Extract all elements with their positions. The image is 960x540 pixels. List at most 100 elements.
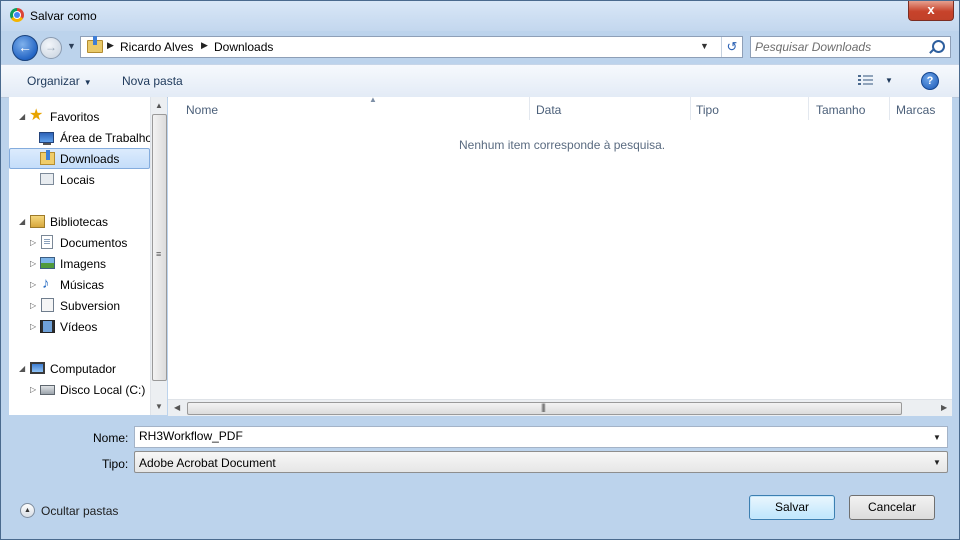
expand-icon[interactable]: ▷ xyxy=(30,322,36,331)
scroll-up-icon[interactable]: ▲ xyxy=(155,101,163,110)
scroll-left-icon[interactable]: ◀ xyxy=(174,403,180,412)
breadcrumb-ricardo-alves[interactable]: Ricardo Alves xyxy=(120,40,193,54)
sidebar-item-label: Downloads xyxy=(60,152,120,166)
title-bar: Salvar como x xyxy=(1,1,959,31)
address-bar[interactable]: ▶ Ricardo Alves ▶ Downloads ▼ ↺ xyxy=(80,36,743,58)
sidebar-item-label: Bibliotecas xyxy=(50,215,109,229)
sidebar-item-computador[interactable]: ◢ Computador xyxy=(9,358,150,379)
recent-pages-dropdown[interactable]: ▼ xyxy=(67,41,76,51)
scroll-down-icon[interactable]: ▼ xyxy=(155,402,163,411)
navigation-pane: ◢ ★ Favoritos Área de Trabalho Downloads… xyxy=(9,97,150,415)
collapse-icon[interactable]: ◢ xyxy=(19,112,25,121)
view-dropdown-icon[interactable]: ▼ xyxy=(885,76,893,85)
sidebar-item-disco-local[interactable]: ▷ Disco Local (C:) xyxy=(9,379,150,400)
downloads-folder-icon xyxy=(40,150,55,165)
cancel-button[interactable]: Cancelar xyxy=(849,495,935,520)
file-name-combobox: ▼ xyxy=(134,426,948,448)
chevron-up-icon: ▲ xyxy=(20,503,35,518)
arrow-right-icon: → xyxy=(45,40,57,54)
expand-icon[interactable]: ▷ xyxy=(30,280,36,289)
file-type-label: Tipo: xyxy=(102,457,129,471)
local-disk-icon xyxy=(40,385,55,395)
arrow-left-icon: ← xyxy=(18,39,32,55)
column-label: Tamanho xyxy=(816,103,866,117)
libraries-icon xyxy=(30,215,45,228)
pictures-icon xyxy=(40,257,55,269)
file-type-select[interactable]: Adobe Acrobat Document ▼ xyxy=(134,451,948,473)
sidebar-item-downloads[interactable]: Downloads xyxy=(9,148,150,169)
sort-ascending-icon: ▲ xyxy=(369,95,377,104)
column-header-tamanho[interactable]: Tamanho xyxy=(816,97,890,120)
column-label: Nome xyxy=(186,103,219,117)
sidebar-item-area-de-trabalho[interactable]: Área de Trabalho xyxy=(9,127,150,148)
sidebar-item-label: Músicas xyxy=(60,278,105,292)
documents-icon xyxy=(41,235,53,249)
new-folder-button[interactable]: Nova pasta xyxy=(122,74,183,88)
sidebar-item-label: Computador xyxy=(50,362,117,376)
search-icon[interactable] xyxy=(932,40,945,53)
file-name-label: Nome: xyxy=(93,431,129,445)
chevron-down-icon[interactable]: ▼ xyxy=(933,433,941,442)
column-header-data[interactable]: Data xyxy=(536,97,691,120)
sidebar-item-imagens[interactable]: ▷ Imagens xyxy=(9,253,150,274)
sidebar-item-label: Imagens xyxy=(60,257,107,271)
sidebar-item-locais[interactable]: Locais xyxy=(9,169,150,190)
horizontal-scrollbar[interactable]: ◀ ||| ▶ xyxy=(168,399,952,416)
grip-icon: ||| xyxy=(541,402,546,412)
save-button[interactable]: Salvar xyxy=(749,495,835,520)
help-icon[interactable]: ? xyxy=(921,72,939,90)
scrollbar-thumb[interactable]: ||| xyxy=(187,402,902,415)
hide-folders-label: Ocultar pastas xyxy=(41,504,119,518)
sidebar-item-musicas[interactable]: ▷ ♪ Músicas xyxy=(9,274,150,295)
refresh-button[interactable]: ↺ xyxy=(721,37,742,57)
sidebar-item-label: Favoritos xyxy=(50,110,100,124)
collapse-icon[interactable]: ◢ xyxy=(19,364,25,373)
subversion-icon xyxy=(41,298,54,312)
expand-icon[interactable]: ▷ xyxy=(30,301,36,310)
breadcrumb-downloads[interactable]: Downloads xyxy=(214,40,273,54)
navigation-scrollbar[interactable]: ▲ ≡ ▼ xyxy=(150,97,167,415)
chevron-down-icon: ▼ xyxy=(933,458,941,467)
back-button[interactable]: ← xyxy=(12,35,38,61)
address-dropdown-icon[interactable]: ▼ xyxy=(700,41,709,51)
music-icon: ♪ xyxy=(42,275,50,292)
sidebar-item-favoritos[interactable]: ◢ ★ Favoritos xyxy=(9,106,150,127)
sidebar-item-documentos[interactable]: ▷ Documentos xyxy=(9,232,150,253)
breadcrumb-arrow-icon[interactable]: ▶ xyxy=(201,40,208,51)
file-list: Nome ▲ Data Tipo Tamanho Marcas Nenhum i… xyxy=(168,95,952,415)
sidebar-item-videos[interactable]: ▷ Vídeos xyxy=(9,316,150,337)
expand-icon[interactable]: ▷ xyxy=(30,259,36,268)
sidebar-item-bibliotecas[interactable]: ◢ Bibliotecas xyxy=(9,211,150,232)
desktop-icon xyxy=(39,132,54,145)
chevron-down-icon: ▼ xyxy=(83,78,92,87)
grip-icon: ≡ xyxy=(156,249,162,259)
collapse-icon[interactable]: ◢ xyxy=(19,217,25,226)
expand-icon[interactable]: ▷ xyxy=(30,238,36,247)
search-box xyxy=(750,36,951,58)
scrollbar-thumb[interactable]: ≡ xyxy=(152,114,167,381)
scroll-right-icon[interactable]: ▶ xyxy=(941,403,947,412)
file-name-input[interactable] xyxy=(139,429,919,443)
file-type-value: Adobe Acrobat Document xyxy=(139,456,276,470)
close-button[interactable]: x xyxy=(908,1,954,21)
column-header-marcas[interactable]: Marcas xyxy=(896,97,952,120)
sidebar-item-label: Locais xyxy=(60,173,95,187)
column-label: Data xyxy=(536,103,562,117)
organize-button[interactable]: Organizar ▼ xyxy=(27,74,92,88)
search-input[interactable] xyxy=(755,38,925,55)
breadcrumb-arrow-icon[interactable]: ▶ xyxy=(107,40,114,51)
refresh-icon: ↺ xyxy=(726,39,738,54)
videos-icon xyxy=(40,320,55,333)
view-options-icon[interactable] xyxy=(858,73,874,87)
expand-icon[interactable]: ▷ xyxy=(30,385,36,394)
forward-button[interactable]: → xyxy=(40,37,62,59)
sidebar-item-label: Subversion xyxy=(60,299,121,313)
chrome-icon xyxy=(10,8,24,22)
column-header-tipo[interactable]: Tipo xyxy=(696,97,809,120)
column-header-nome[interactable]: Nome ▲ xyxy=(186,95,530,120)
toolbar: Organizar ▼ Nova pasta ▼ ? xyxy=(1,64,959,98)
sidebar-item-label: Vídeos xyxy=(60,320,98,334)
save-as-dialog: Salvar como x ← → ▼ ▶ Ricardo Alves ▶ Do… xyxy=(0,0,960,540)
column-label: Marcas xyxy=(896,103,936,117)
sidebar-item-subversion[interactable]: ▷ Subversion xyxy=(9,295,150,316)
